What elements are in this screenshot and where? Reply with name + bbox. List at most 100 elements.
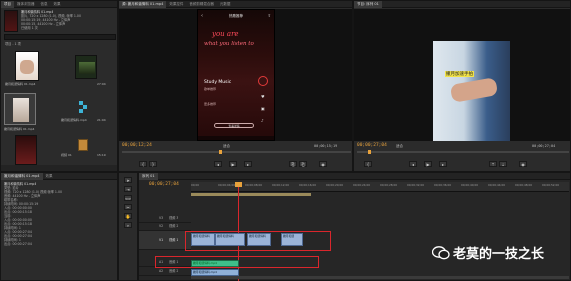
comment-icon[interactable]: ▣ (261, 106, 265, 111)
tab-audio-mixer[interactable]: 音频剪辑混合器 (186, 1, 217, 8)
project-item-2[interactable] (75, 55, 97, 79)
track-v1-id: V1 (159, 238, 164, 242)
source-playhead[interactable] (219, 150, 222, 154)
timeline-scrollbar[interactable] (191, 276, 569, 279)
mark-in-button[interactable]: { (139, 161, 147, 167)
insert-button[interactable]: ⎘ (289, 161, 297, 167)
preview-line-4: 已使用 1 次 (21, 26, 38, 30)
program-mark-in-button[interactable]: { (364, 161, 372, 167)
timeline-ruler[interactable]: 00;00 00;00;04;00 00;00;08;00 00;00;12;00 00… (191, 182, 569, 192)
item-count: 项目 - 1 项 (5, 42, 21, 46)
track-select-tool-icon[interactable]: ⇥ (124, 186, 132, 192)
sequence-icon-2 (83, 105, 87, 109)
selection-tool-icon[interactable]: ➤ (124, 177, 132, 183)
track-a2-id: A2 (159, 269, 164, 273)
program-scrub-bar[interactable] (357, 151, 569, 153)
ruler-label: 00;00;32;00 (407, 183, 425, 187)
watermark-text: 老莫的一技之长 (453, 247, 545, 262)
ruler-label: 00;00;04;00 (218, 183, 236, 187)
track-header-v3[interactable]: V3 视频 3 (139, 215, 191, 223)
tab-effect-controls[interactable]: 效果控件 (166, 1, 186, 8)
program-fit-select[interactable]: 适合 (396, 144, 403, 149)
step-forward-button[interactable]: ▸ (244, 161, 252, 167)
project-item-5[interactable] (15, 135, 37, 165)
tab-sequence[interactable]: 序列 01 (139, 172, 158, 180)
phone-tag[interactable]: 查看详情 (214, 123, 254, 128)
ruler-label: 00;00;12;00 (272, 183, 290, 187)
step-back-button[interactable]: ◂ (214, 161, 222, 167)
play-button[interactable]: ▶ (229, 161, 237, 167)
track-header-v1[interactable]: V1 视频 1 (139, 231, 191, 250)
project-item-4-icon[interactable] (79, 101, 89, 113)
phone-nav-bar (198, 136, 274, 140)
tab-info-effects[interactable]: 效果 (43, 173, 56, 180)
lift-button[interactable]: ⇡ (489, 161, 497, 167)
neon-text-2: what you listen to (204, 41, 254, 47)
project-item-3[interactable] (4, 93, 36, 125)
program-playhead[interactable] (368, 150, 371, 154)
info-line: 出点: 00:00:27:04 (4, 242, 32, 246)
hand-tool-icon[interactable]: ✋ (124, 213, 132, 219)
tab-info-clip[interactable]: 撇月和谐情料 01.mp4 (1, 172, 43, 180)
source-fit-select[interactable]: 适合 (223, 144, 230, 149)
sequence-thumb-detail (79, 62, 95, 74)
a2-clip-label: 撇月和谐情料.mp4 (193, 270, 217, 274)
ruler-label: 00;00;40;00 (461, 183, 479, 187)
a2-clip[interactable]: 撇月和谐情料.mp4 (191, 269, 239, 276)
overwrite-button[interactable]: ⎗ (299, 161, 307, 167)
program-play-button[interactable]: ▶ (424, 161, 432, 167)
search-input[interactable] (4, 34, 116, 40)
track-v3-id: V3 (159, 216, 164, 220)
source-phone-frame: ‹ 热歌推荐 ⇪ you are what you listen to Stud… (197, 9, 275, 141)
ruler-label: 00;00;44;00 (488, 183, 506, 187)
timeline-timecode[interactable]: 00;00;27;04 (149, 182, 179, 187)
mark-out-button[interactable]: } (149, 161, 157, 167)
export-frame-button[interactable]: ◉ (319, 161, 327, 167)
tab-source[interactable]: 源: 撇月和谐情料 01.mp4 (119, 0, 167, 8)
preview-thumbnail (4, 10, 18, 32)
program-export-frame-button[interactable]: ◉ (519, 161, 527, 167)
track-header-v2[interactable]: V2 视频 2 (139, 223, 191, 231)
track-v1-name: 视频 1 (169, 238, 179, 242)
zoom-tool-icon[interactable]: ⌕ (124, 222, 132, 228)
timeline-panel: 序列 01 00;00;27;04 00;00 00;00;04;00 00;00;… (138, 172, 571, 281)
project-item-1[interactable] (15, 51, 39, 81)
tab-info[interactable]: 信息 (38, 1, 51, 8)
like-icon[interactable]: ♥ (261, 94, 265, 99)
program-timecode-in[interactable]: 00;00;27;04 (357, 143, 387, 148)
more-icon[interactable]: ♪ (261, 118, 264, 123)
program-step-back-button[interactable]: ◂ (409, 161, 417, 167)
ruler-label: 00;00 (191, 183, 200, 187)
ruler-label: 00;00;16;00 (299, 183, 317, 187)
track-v2-name: 视频 2 (169, 224, 179, 228)
tab-project[interactable]: 项目 (1, 0, 14, 8)
razor-tool-icon[interactable]: ✂ (124, 204, 132, 210)
project-bottom-bar (1, 165, 117, 171)
ruler-label: 00;00;24;00 (353, 183, 371, 187)
tab-effects[interactable]: 效果 (51, 1, 64, 8)
tab-media-browser[interactable]: 媒体浏览器 (14, 1, 38, 8)
play-ring-icon[interactable] (258, 76, 268, 86)
a1-highlight-box (155, 256, 319, 268)
source-monitor: 源: 撇月和谐情料 01.mp4 效果控件 音频剪辑混合器 元数据 ‹ 热歌推荐… (118, 0, 353, 172)
project-item-6-icon[interactable] (78, 139, 88, 151)
extract-button[interactable]: ⇣ (499, 161, 507, 167)
info-lines: 类型: 影片 视频: 720 x 1280 (1.0) 视频 帧率 1.00 音… (4, 186, 62, 246)
track-header-a2[interactable]: A2 音频 2 (139, 268, 191, 276)
ripple-edit-tool-icon[interactable]: ⟺ (124, 195, 132, 201)
project-item-2-dur: 27:04 (97, 82, 106, 86)
source-scrub-bar[interactable] (122, 151, 351, 153)
work-area-bar[interactable] (191, 193, 311, 196)
source-timecode-in[interactable]: 00;00;12;24 (122, 143, 152, 148)
playhead-handle[interactable] (235, 182, 242, 187)
program-step-forward-button[interactable]: ▸ (439, 161, 447, 167)
timeline-tabbar: 序列 01 (139, 172, 570, 180)
source-tabbar: 源: 撇月和谐情料 01.mp4 效果控件 音频剪辑混合器 元数据 (119, 0, 352, 8)
ruler-label: 00;00;08;00 (245, 183, 263, 187)
wechat-icon (432, 245, 450, 259)
ruler-label: 00;00;52;00 (542, 183, 560, 187)
tab-program[interactable]: 节目: 序列 01 (354, 0, 382, 8)
tab-metadata[interactable]: 元数据 (217, 1, 234, 8)
card-sub: 歌单推荐 (204, 87, 217, 91)
project-item-6-name: 视频 01 (61, 153, 72, 157)
